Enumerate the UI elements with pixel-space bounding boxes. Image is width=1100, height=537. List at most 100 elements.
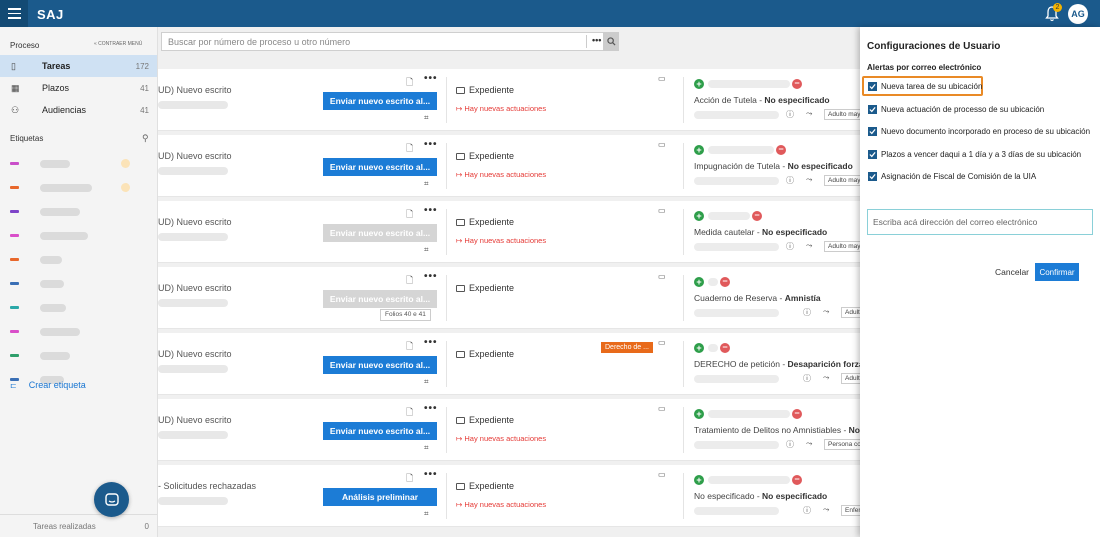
remove-person-icon[interactable]: − — [792, 409, 802, 419]
comment-icon[interactable]: ▭ — [658, 470, 666, 479]
remove-person-icon[interactable]: − — [776, 145, 786, 155]
sidebar-footer[interactable]: Tareas realizadas 0 — [0, 514, 157, 537]
new-actions-link[interactable]: ↦ Hay nuevas actuaciones — [456, 434, 546, 443]
info-icon[interactable]: ⓘ — [803, 307, 811, 318]
cancel-button[interactable]: Cancelar — [995, 263, 1029, 281]
task-card[interactable]: - Solicitudes rechazadas 🗋 ••• Análisis pre… — [158, 465, 860, 527]
expediente-link[interactable]: Expediente — [456, 217, 514, 227]
share-icon[interactable]: ⤳ — [806, 439, 812, 449]
task-card[interactable]: UD) Nuevo escrito 🗋 ••• Enviar nuevo escrit… — [158, 135, 860, 197]
search-icon[interactable]: ⚲ — [142, 133, 149, 144]
checkbox-checked-icon[interactable] — [868, 150, 877, 159]
share-icon[interactable]: ⤳ — [823, 373, 829, 383]
chat-button[interactable] — [94, 482, 129, 517]
share-icon[interactable]: ⤳ — [806, 109, 812, 119]
create-label-link[interactable]: ⊏ Crear etiqueta — [10, 380, 86, 390]
add-person-icon[interactable]: + — [694, 145, 704, 155]
assign-icon[interactable]: ⌗ — [424, 245, 429, 255]
task-card[interactable]: UD) Nuevo escrito 🗋 ••• Enviar nuevo escrit… — [158, 201, 860, 263]
assign-icon[interactable]: ⌗ — [424, 509, 429, 519]
expediente-link[interactable]: Expediente — [456, 349, 514, 359]
info-icon[interactable]: ⓘ — [786, 109, 794, 120]
checkbox-checked-icon[interactable] — [868, 82, 877, 91]
expediente-link[interactable]: Expediente — [456, 151, 514, 161]
send-writing-button[interactable]: Enviar nuevo escrito al... — [323, 92, 437, 110]
send-writing-button[interactable]: Enviar nuevo escrito al... — [323, 290, 437, 308]
assign-icon[interactable]: ⌗ — [424, 377, 429, 387]
document-icon[interactable]: 🗋 — [406, 207, 413, 223]
new-actions-link[interactable]: ↦ Hay nuevas actuaciones — [456, 500, 546, 509]
tag-item[interactable] — [0, 322, 157, 342]
email-field[interactable] — [867, 209, 1093, 235]
new-actions-link[interactable]: ↦ Hay nuevas actuaciones — [456, 170, 546, 179]
send-writing-button[interactable]: Enviar nuevo escrito al... — [323, 356, 437, 374]
add-person-icon[interactable]: + — [694, 343, 704, 353]
task-card[interactable]: UD) Nuevo escrito 🗋 ••• Enviar nuevo escrit… — [158, 333, 860, 395]
remove-person-icon[interactable]: − — [792, 475, 802, 485]
task-card[interactable]: UD) Nuevo escrito 🗋 ••• Enviar nuevo escrit… — [158, 267, 860, 329]
assign-icon[interactable]: ⌗ — [424, 443, 429, 453]
comment-icon[interactable]: ▭ — [658, 338, 666, 347]
share-icon[interactable]: ⤳ — [806, 241, 812, 251]
tag-item[interactable] — [0, 250, 157, 270]
new-actions-link[interactable]: ↦ Hay nuevas actuaciones — [456, 104, 546, 113]
task-card[interactable]: UD) Nuevo escrito 🗋 ••• Enviar nuevo escrit… — [158, 399, 860, 461]
info-icon[interactable]: ⓘ — [786, 439, 794, 450]
share-icon[interactable]: ⤳ — [823, 505, 829, 515]
new-actions-link[interactable]: ↦ Hay nuevas actuaciones — [456, 236, 546, 245]
comment-icon[interactable]: ▭ — [658, 140, 666, 149]
document-icon[interactable]: 🗋 — [406, 273, 413, 289]
add-person-icon[interactable]: + — [694, 409, 704, 419]
assign-icon[interactable]: ⌗ — [424, 113, 429, 123]
send-writing-button[interactable]: Enviar nuevo escrito al... — [323, 158, 437, 176]
tag-item[interactable] — [0, 274, 157, 294]
send-writing-button[interactable]: Enviar nuevo escrito al... — [323, 422, 437, 440]
expediente-link[interactable]: Expediente — [456, 481, 514, 491]
search-button[interactable] — [603, 32, 619, 51]
alert-option-checkbox[interactable]: Nuevo documento incorporado en proceso d… — [868, 127, 1090, 136]
checkbox-checked-icon[interactable] — [868, 172, 877, 181]
send-writing-button[interactable]: Análisis preliminar — [323, 488, 437, 506]
send-writing-button[interactable]: Enviar nuevo escrito al... — [323, 224, 437, 242]
share-icon[interactable]: ⤳ — [823, 307, 829, 317]
tag-item[interactable] — [0, 202, 157, 222]
document-icon[interactable]: 🗋 — [406, 405, 413, 421]
expediente-link[interactable]: Expediente — [456, 283, 514, 293]
comment-icon[interactable]: ▭ — [658, 272, 666, 281]
comment-icon[interactable]: ▭ — [658, 404, 666, 413]
expediente-link[interactable]: Expediente — [456, 85, 514, 95]
avatar[interactable]: AG — [1068, 4, 1088, 24]
tag-item[interactable] — [0, 346, 157, 366]
more-options-button[interactable]: ••• — [424, 337, 438, 348]
collapse-menu-button[interactable]: « CONTRAER MENÚ — [94, 41, 142, 47]
remove-person-icon[interactable]: − — [720, 277, 730, 287]
info-icon[interactable]: ⓘ — [803, 373, 811, 384]
share-icon[interactable]: ⤳ — [806, 175, 812, 185]
tag-item[interactable] — [0, 226, 157, 246]
remove-person-icon[interactable]: − — [752, 211, 762, 221]
assign-icon[interactable]: ⌗ — [424, 179, 429, 189]
comment-icon[interactable]: ▭ — [658, 206, 666, 215]
info-icon[interactable]: ⓘ — [786, 241, 794, 252]
document-icon[interactable]: 🗋 — [406, 339, 413, 355]
add-person-icon[interactable]: + — [694, 475, 704, 485]
expediente-link[interactable]: Expediente — [456, 415, 514, 425]
add-person-icon[interactable]: + — [694, 211, 704, 221]
remove-person-icon[interactable]: − — [792, 79, 802, 89]
tag-item[interactable] — [0, 298, 157, 318]
sidebar-item-plazos[interactable]: ▦ Plazos 41 — [0, 77, 157, 99]
sidebar-item-audiencias[interactable]: ⚇ Audiencias 41 — [0, 99, 157, 121]
more-options-button[interactable]: ••• — [424, 469, 438, 480]
tag-item[interactable] — [0, 178, 157, 198]
checkbox-checked-icon[interactable] — [868, 105, 877, 114]
comment-icon[interactable]: ▭ — [658, 74, 666, 83]
checkbox-checked-icon[interactable] — [868, 127, 877, 136]
alert-option-checkbox[interactable]: Nueva actuación de processo de su ubicac… — [868, 105, 1044, 114]
info-icon[interactable]: ⓘ — [786, 175, 794, 186]
sidebar-item-tareas[interactable]: ▯ Tareas 172 — [0, 55, 157, 77]
more-options-button[interactable]: ••• — [424, 271, 438, 282]
more-options-button[interactable]: ••• — [424, 73, 438, 84]
document-icon[interactable]: 🗋 — [406, 471, 413, 487]
search-options-button[interactable]: ••• — [586, 35, 601, 48]
document-icon[interactable]: 🗋 — [406, 141, 413, 157]
